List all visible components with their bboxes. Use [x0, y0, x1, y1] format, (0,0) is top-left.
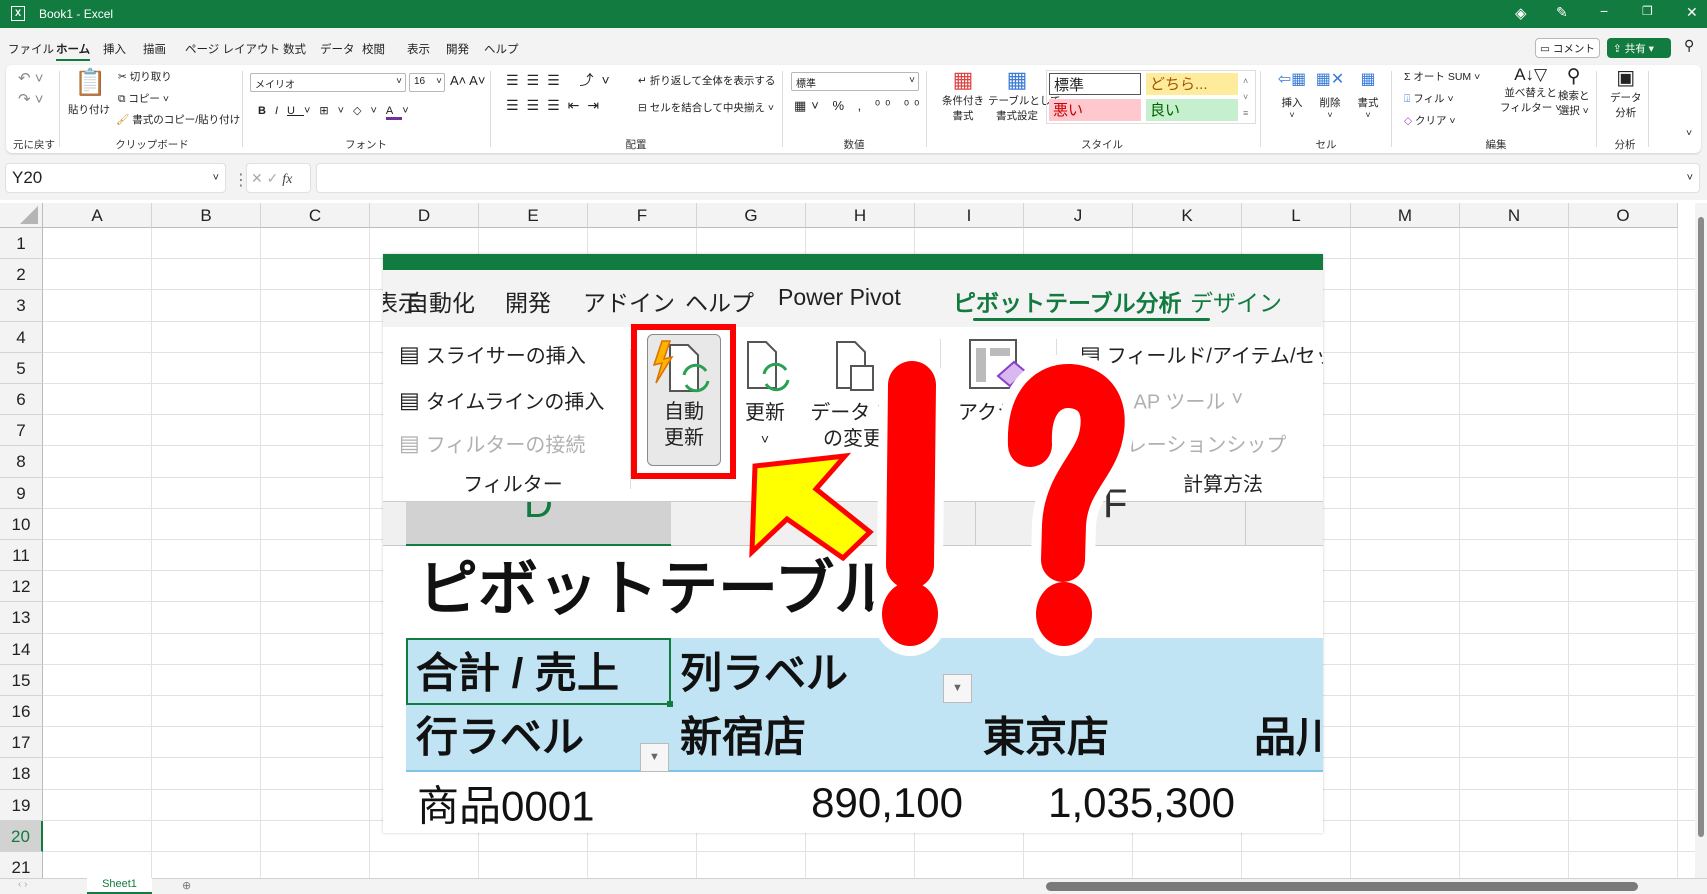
yellow-arrow-icon: [749, 452, 874, 562]
exclamation-mark-icon: [872, 352, 948, 656]
question-mark-icon: [997, 354, 1135, 656]
annotation-layer: [749, 352, 1135, 656]
